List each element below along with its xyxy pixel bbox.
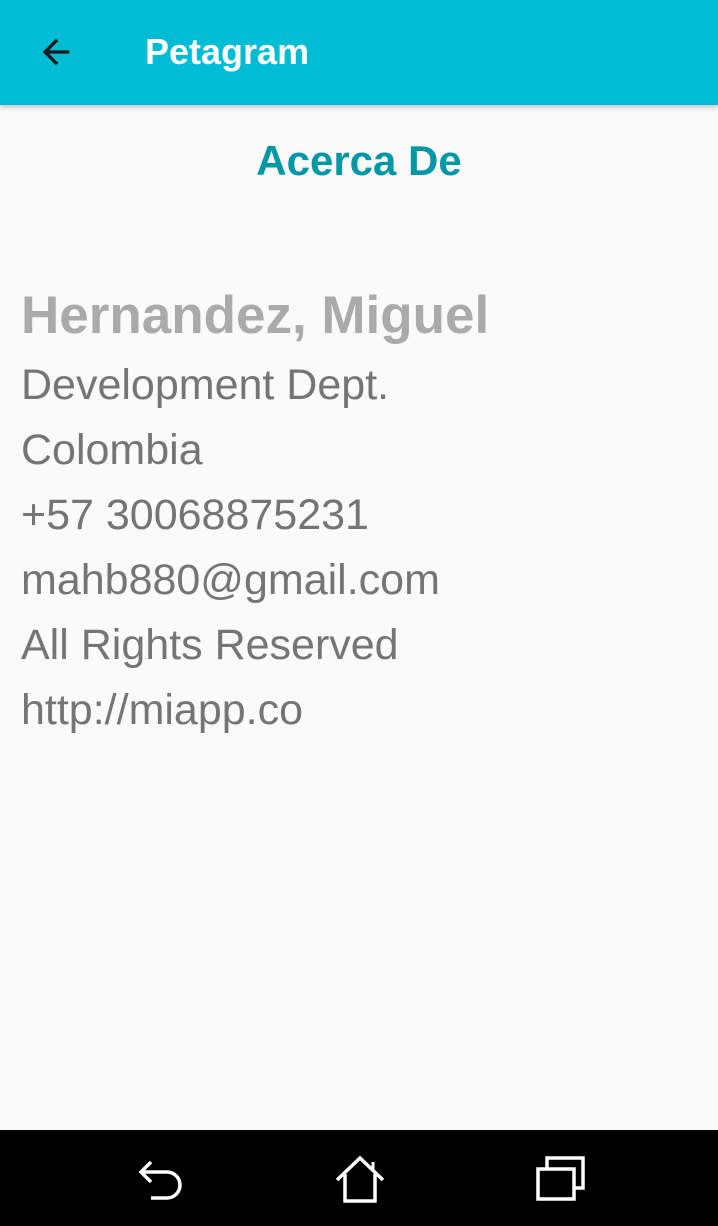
navigate-back-button[interactable] (26, 24, 86, 80)
contact-details: Development Dept. Colombia +57 300688752… (21, 353, 701, 743)
rights-text: All Rights Reserved (21, 621, 399, 669)
section-title: Acerca De (256, 137, 462, 184)
about-screen: Petagram Acerca De Hernandez, Miguel Dev… (0, 0, 718, 1226)
system-navigation-bar (0, 1130, 718, 1226)
phone-text: +57 30068875231 (21, 491, 369, 539)
system-back-button[interactable] (130, 1152, 190, 1206)
app-bar: Petagram (0, 0, 718, 105)
department-text: Development Dept. (21, 361, 390, 409)
recent-apps-icon (536, 1156, 585, 1201)
app-title: Petagram (145, 31, 310, 72)
email-text: mahb880@gmail.com (21, 556, 440, 604)
home-icon (335, 1155, 385, 1203)
developer-name: Hernandez, Miguel (21, 286, 490, 345)
about-content: Acerca De Hernandez, Miguel Development … (0, 105, 718, 1130)
arrow-left-icon (42, 38, 70, 66)
back-icon (138, 1160, 182, 1200)
country-text: Colombia (21, 426, 203, 474)
system-home-button[interactable] (330, 1152, 390, 1206)
system-recents-button[interactable] (530, 1152, 590, 1206)
website-text: http://miapp.co (21, 686, 304, 734)
